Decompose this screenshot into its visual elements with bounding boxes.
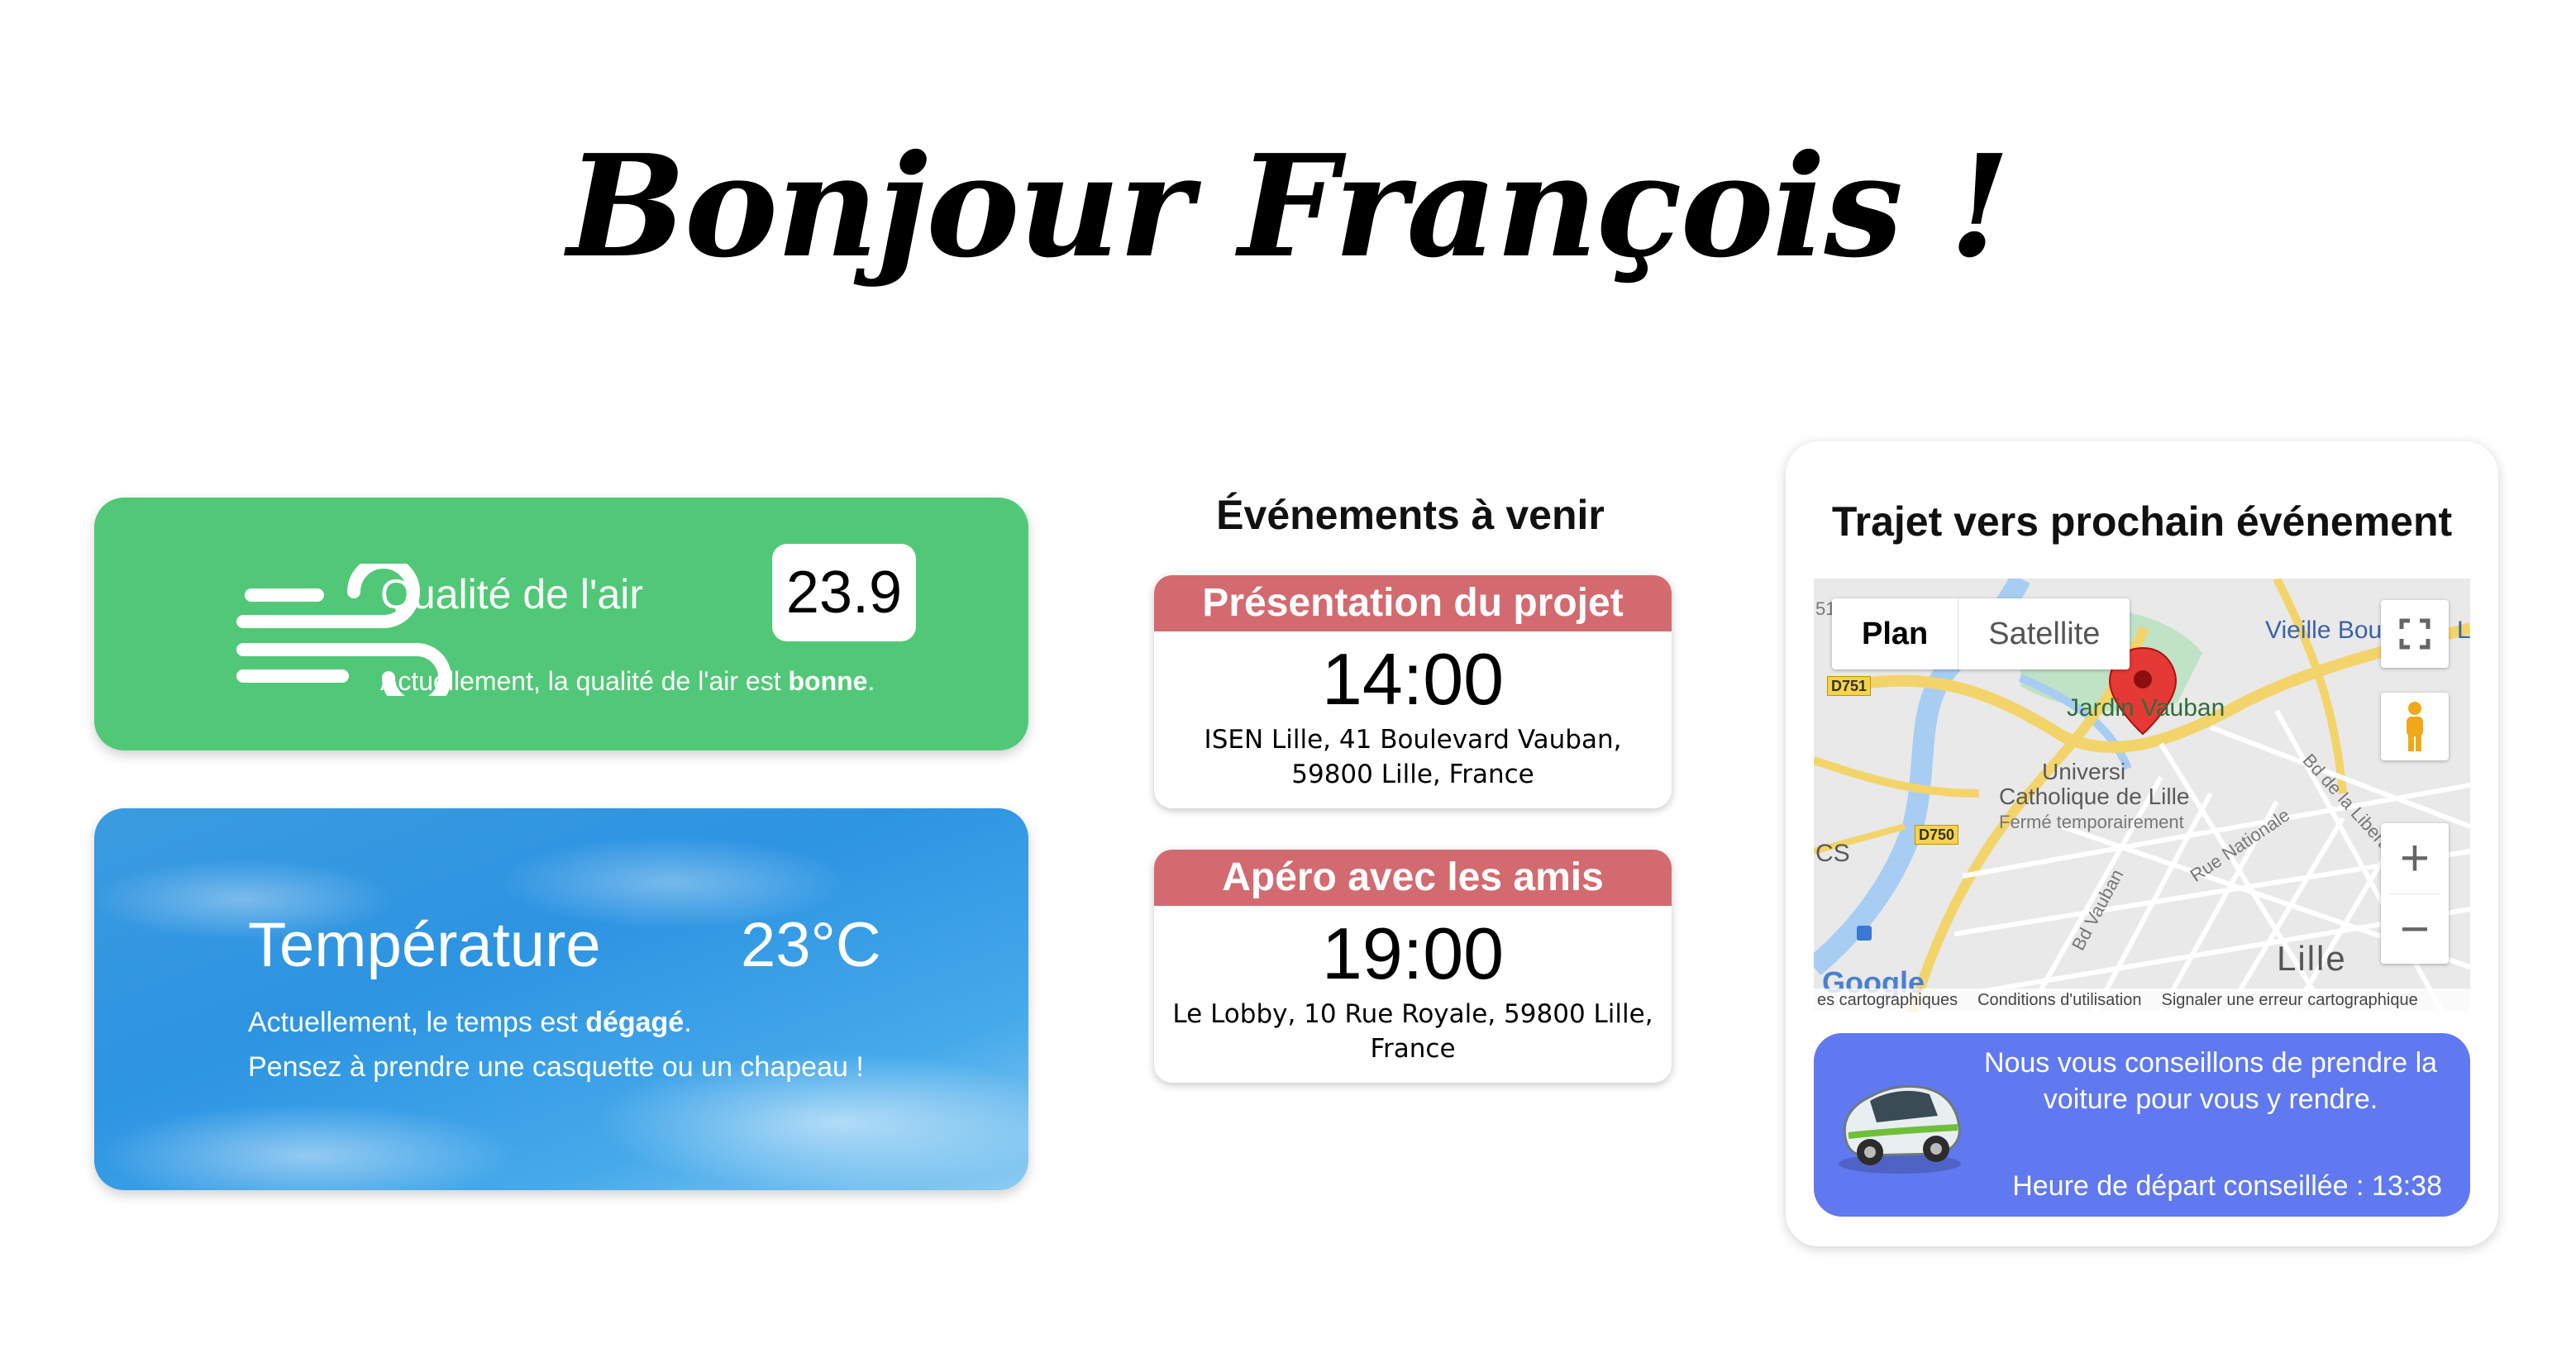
map-report-link[interactable]: Signaler une erreur cartographique bbox=[2162, 991, 2418, 1010]
map-label-lille: Lille bbox=[2277, 939, 2347, 978]
map-label-universite: Universi bbox=[2042, 759, 2126, 784]
temperature-card: Température 23°C Actuellement, le temps … bbox=[94, 808, 1028, 1190]
temperature-line1-suffix: . bbox=[684, 1007, 692, 1038]
zoom-in-button[interactable]: + bbox=[2381, 823, 2449, 893]
road-shield-d750: D750 bbox=[1915, 825, 1959, 845]
greeting-title: Bonjour François ! bbox=[567, 124, 2011, 289]
map-tab-satellite[interactable]: Satellite bbox=[1958, 598, 2130, 669]
temperature-value: 23°C bbox=[741, 910, 881, 980]
zoom-controls: + − bbox=[2381, 823, 2449, 964]
event-address: ISEN Lille, 41 Boulevard Vauban, 59800 L… bbox=[1204, 725, 1622, 789]
map-label-cs: CS bbox=[1815, 840, 1850, 867]
map-data-link[interactable]: es cartographiques bbox=[1817, 991, 1958, 1010]
route-title: Trajet vers prochain événement bbox=[1831, 498, 2453, 545]
event-name: Présentation du projet bbox=[1154, 575, 1672, 631]
temperature-line1-prefix: Actuellement, le temps est bbox=[248, 1007, 586, 1038]
car-icon bbox=[1839, 1084, 1961, 1174]
map-label-jardin-vauban: Jardin Vauban bbox=[2067, 694, 2225, 722]
air-quality-description: Actuellement, la qualité de l'air est bo… bbox=[380, 666, 875, 697]
road-shield-d751: D751 bbox=[1827, 676, 1872, 696]
map-footer: es cartographiques Conditions d'utilisat… bbox=[1814, 989, 2470, 1012]
map-label-vieille-bourse: Vieille Bou bbox=[2265, 617, 2383, 644]
fullscreen-button[interactable] bbox=[2381, 600, 2449, 668]
map-terms-link[interactable]: Conditions d'utilisation bbox=[1977, 991, 2141, 1010]
map-tab-plan[interactable]: Plan bbox=[1832, 598, 1959, 669]
temperature-weather-text: Actuellement, le temps est dégagé. bbox=[248, 1007, 692, 1039]
air-quality-value: 23.9 bbox=[772, 544, 916, 641]
event-time: 14:00 bbox=[1321, 638, 1505, 720]
air-quality-title: Qualité de l'air bbox=[380, 571, 644, 617]
pegman-icon bbox=[2407, 702, 2423, 751]
event-time: 19:00 bbox=[1321, 912, 1505, 994]
transport-advice-text: Nous vous conseillons de prendre la voit… bbox=[1983, 1047, 2438, 1115]
transport-advice: Nous vous conseillons de prendre la voit… bbox=[1814, 1033, 2470, 1217]
event-name: Apéro avec les amis bbox=[1154, 850, 1672, 906]
event-card[interactable]: Apéro avec les amis 19:00 Le Lobby, 10 R… bbox=[1154, 850, 1672, 1083]
air-quality-level: bonne bbox=[788, 666, 868, 696]
temperature-weather: dégagé bbox=[585, 1007, 685, 1038]
map-label-edge-right: L bbox=[2457, 617, 2470, 644]
map-label-ferme: Fermé temporairement bbox=[1999, 812, 2184, 832]
departure-time: Heure de départ conseillée : 13:38 bbox=[2012, 1170, 2442, 1202]
street-view-button[interactable] bbox=[2381, 693, 2449, 760]
temperature-advice-text: Pensez à prendre une casquette ou un cha… bbox=[248, 1051, 864, 1083]
events-title: Événements à venir bbox=[1216, 492, 1605, 538]
event-address: Le Lobby, 10 Rue Royale, 59800 Lille, Fr… bbox=[1172, 999, 1653, 1064]
air-quality-desc-prefix: Actuellement, la qualité de l'air est bbox=[380, 666, 789, 696]
route-card: Trajet vers prochain événement D751 D750… bbox=[1786, 441, 2498, 1246]
fullscreen-icon bbox=[2399, 618, 2431, 650]
air-quality-desc-suffix: . bbox=[867, 666, 875, 696]
map-type-tabs: Plan Satellite bbox=[1832, 598, 2130, 669]
event-card[interactable]: Présentation du projet 14:00 ISEN Lille,… bbox=[1154, 575, 1672, 808]
route-map[interactable]: D751 D750 Jardin Vauban Universi Catholi… bbox=[1814, 579, 2470, 1012]
air-quality-card: Qualité de l'air 23.9 Actuellement, la q… bbox=[94, 498, 1028, 750]
zoom-out-button[interactable]: − bbox=[2381, 894, 2449, 965]
map-label-catholique: Catholique de Lille bbox=[1999, 784, 2190, 809]
temperature-title: Température bbox=[248, 910, 601, 980]
